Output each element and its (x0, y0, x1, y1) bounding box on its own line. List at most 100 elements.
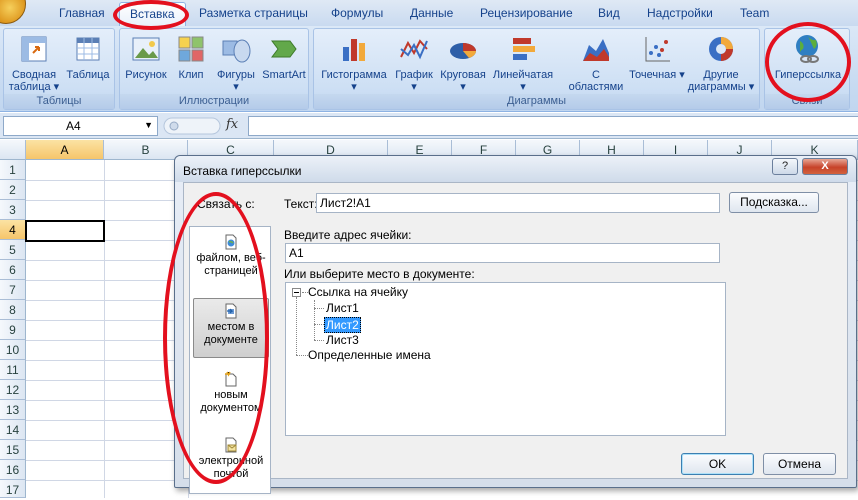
bar-chart-icon (513, 38, 535, 60)
smartart-label: SmartArt (262, 69, 306, 81)
dialog-body: Связать с: файлом, веб-страницей местом … (183, 182, 848, 494)
table-label: Таблица (66, 69, 110, 81)
bar-chart-label: Линейчатая ▾ (492, 69, 554, 93)
group-charts-label: Диаграммы (314, 94, 759, 109)
pivot-table-button[interactable]: Сводная таблица ▾ (6, 33, 62, 93)
cell-ref-label: Введите адрес ячейки: (284, 228, 412, 242)
tree-node-defined-names[interactable]: Определенные имена (308, 348, 431, 362)
tree-node-sheet3[interactable]: Лист3 (326, 333, 359, 347)
row-header[interactable]: 2 (0, 180, 26, 200)
table-icon (76, 37, 100, 61)
place-tree[interactable]: Ссылка на ячейку Лист1 Лист2 Лист3 Опред… (285, 282, 726, 436)
bar-chart-button[interactable]: Линейчатая ▾ (490, 33, 556, 93)
tree-expand-icon[interactable] (292, 288, 301, 297)
place-label: Или выберите место в документе: (284, 267, 475, 281)
help-button[interactable]: ? (772, 158, 798, 175)
pivot-table-icon (21, 36, 47, 62)
pie-chart-icon (450, 43, 476, 59)
row-header[interactable]: 13 (0, 400, 26, 420)
name-box-value: A4 (66, 119, 81, 133)
tab-team[interactable]: Team (740, 6, 769, 20)
annotation-ellipse-hyperlink (765, 22, 851, 102)
shapes-button[interactable]: Фигуры ▾ (213, 33, 259, 93)
clipart-button[interactable]: Клип (171, 33, 211, 81)
select-all-corner[interactable] (0, 140, 26, 160)
row-header[interactable]: 6 (0, 260, 26, 280)
picture-label: Рисунок (125, 69, 167, 81)
line-chart-icon (400, 39, 428, 60)
row-header[interactable]: 9 (0, 320, 26, 340)
formula-input[interactable] (248, 116, 858, 136)
pie-chart-label: Круговая ▾ (440, 69, 486, 93)
row-header[interactable]: 5 (0, 240, 26, 260)
other-charts-button[interactable]: Другие диаграммы ▾ (686, 33, 756, 93)
tree-node-sheet1[interactable]: Лист1 (326, 301, 359, 315)
line-chart-button[interactable]: График ▾ (392, 33, 436, 93)
name-box-dropdown-icon[interactable]: ▼ (144, 120, 153, 130)
other-charts-label: Другие диаграммы ▾ (687, 69, 755, 93)
area-chart-icon (583, 39, 609, 61)
annotation-ellipse-insert-tab (113, 0, 189, 30)
shapes-icon (222, 39, 251, 63)
tab-review[interactable]: Рецензирование (480, 6, 573, 20)
formula-buttons: fx (162, 116, 248, 136)
display-text-input[interactable]: Лист2!A1 (316, 193, 720, 213)
column-header[interactable]: A (26, 140, 104, 160)
ribbon: Сводная таблица ▾ Таблица Таблицы Рисуно… (0, 26, 858, 112)
text-label: Текст: (284, 197, 318, 211)
row-header[interactable]: 3 (0, 200, 26, 220)
shapes-label: Фигуры ▾ (217, 69, 255, 93)
tab-page-layout[interactable]: Разметка страницы (199, 6, 308, 20)
column-chart-label: Гистограмма ▾ (321, 69, 387, 93)
row-header[interactable]: 17 (0, 480, 26, 498)
row-header[interactable]: 7 (0, 280, 26, 300)
row-header[interactable]: 11 (0, 360, 26, 380)
doughnut-chart-icon (709, 37, 733, 61)
pie-chart-button[interactable]: Круговая ▾ (437, 33, 489, 93)
column-chart-button[interactable]: Гистограмма ▾ (318, 33, 390, 93)
row-header[interactable]: 1 (0, 160, 26, 180)
group-tables: Сводная таблица ▾ Таблица Таблицы (3, 28, 115, 110)
tab-view[interactable]: Вид (598, 6, 620, 20)
insert-function-icon[interactable]: fx (226, 117, 238, 132)
cell-reference-input[interactable]: A1 (285, 243, 720, 263)
scatter-chart-button[interactable]: Точечная ▾ (627, 33, 687, 81)
row-header[interactable]: 15 (0, 440, 26, 460)
group-illustrations: Рисунок Клип Фигуры ▾ SmartArt Иллюстрац… (119, 28, 309, 110)
column-chart-icon (343, 39, 365, 61)
picture-icon (132, 37, 160, 61)
formula-bar: A4 ▼ fx (0, 113, 858, 139)
insert-hyperlink-dialog: Вставка гиперссылки ? X Связать с: файло… (174, 155, 857, 494)
tab-formulas[interactable]: Формулы (331, 6, 383, 20)
dialog-title: Вставка гиперссылки (175, 156, 856, 182)
scatter-chart-icon (645, 37, 670, 62)
clipart-icon (178, 36, 204, 62)
smartart-button[interactable]: SmartArt (260, 33, 308, 81)
row-header[interactable]: 16 (0, 460, 26, 480)
line-chart-label: График ▾ (395, 69, 433, 93)
active-cell-a4[interactable] (25, 220, 105, 242)
cancel-button[interactable]: Отмена (763, 453, 836, 475)
table-button[interactable]: Таблица (64, 33, 112, 81)
tab-addins[interactable]: Надстройки (647, 6, 713, 20)
annotation-ellipse-link-options (163, 192, 269, 484)
tree-node-cell-reference[interactable]: Ссылка на ячейку (308, 285, 408, 299)
office-button[interactable] (0, 0, 26, 24)
close-button[interactable]: X (802, 158, 848, 175)
smartart-icon (271, 40, 297, 58)
ok-button[interactable]: OK (681, 453, 754, 475)
picture-button[interactable]: Рисунок (123, 33, 169, 81)
pivot-table-label: Сводная таблица ▾ (8, 69, 60, 93)
row-header[interactable]: 8 (0, 300, 26, 320)
group-charts: Гистограмма ▾ График ▾ Круговая ▾ Линейч… (313, 28, 760, 110)
row-header[interactable]: 10 (0, 340, 26, 360)
tab-data[interactable]: Данные (410, 6, 453, 20)
name-box[interactable]: A4 ▼ (3, 116, 158, 136)
tab-home[interactable]: Главная (59, 6, 105, 20)
screentip-button[interactable]: Подсказка... (729, 192, 819, 213)
row-header[interactable]: 4 (0, 220, 26, 240)
row-header[interactable]: 12 (0, 380, 26, 400)
row-header[interactable]: 14 (0, 420, 26, 440)
tree-node-sheet2[interactable]: Лист2 (324, 317, 361, 333)
scatter-chart-label: Точечная ▾ (629, 69, 685, 81)
